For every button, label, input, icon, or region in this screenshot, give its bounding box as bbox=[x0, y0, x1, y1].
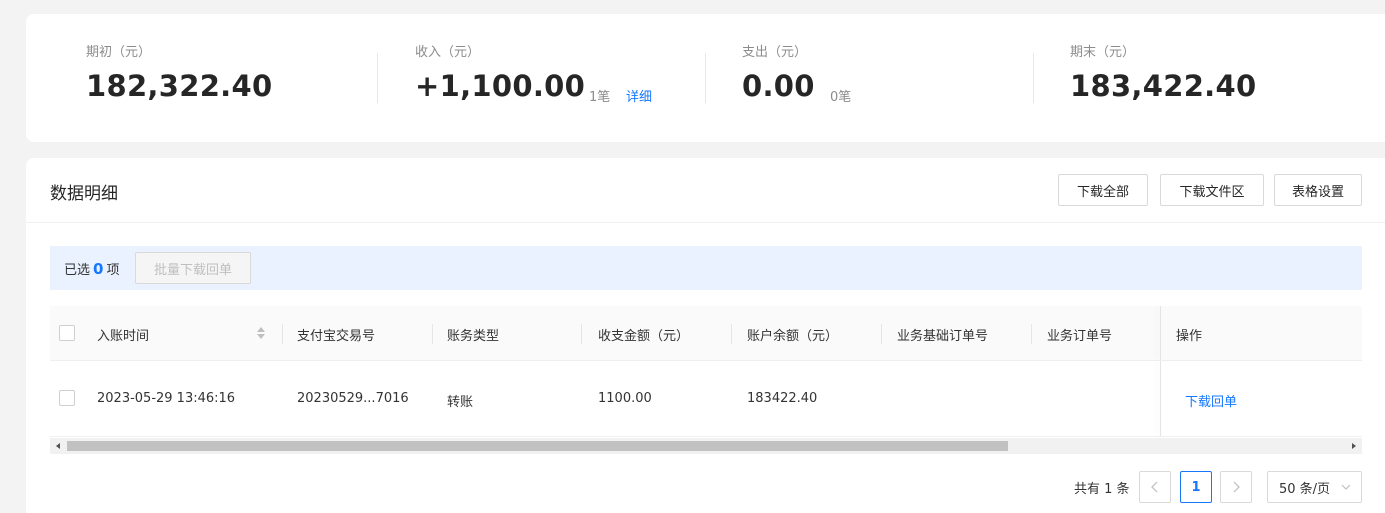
stat-divider bbox=[377, 53, 378, 103]
chevron-left-icon bbox=[1151, 481, 1158, 493]
detail-title: 数据明细 bbox=[50, 184, 118, 204]
next-page-button[interactable] bbox=[1220, 471, 1252, 503]
column-header-balance: 账户余额（元） bbox=[747, 329, 839, 344]
prev-page-button[interactable] bbox=[1139, 471, 1171, 503]
table-row: 2023-05-29 13:46:16 20230529...7016 转账 1… bbox=[50, 361, 1362, 437]
closing-balance-label: 期末（元） bbox=[1070, 45, 1136, 60]
page-size-value: 50 条/页 bbox=[1279, 481, 1331, 497]
download-all-button[interactable]: 下载全部 bbox=[1058, 174, 1148, 206]
column-header-order: 业务订单号 bbox=[1047, 329, 1113, 344]
column-header-amount: 收支金额（元） bbox=[598, 329, 690, 344]
stat-divider bbox=[705, 53, 706, 103]
data-detail-card: 数据明细 下载全部 下载文件区 表格设置 已选 0 项 批量下载回单 入账时间 支付… bbox=[26, 158, 1385, 513]
row-type: 转账 bbox=[447, 395, 474, 410]
selection-summary: 已选 0 项 bbox=[64, 259, 119, 278]
row-amount: 1100.00 bbox=[598, 391, 652, 406]
income-detail-link[interactable]: 详细 bbox=[626, 86, 652, 105]
expense-amount: 0.00 bbox=[742, 69, 815, 103]
download-receipt-link[interactable]: 下载回单 bbox=[1185, 391, 1237, 410]
expense-count: 0笔 bbox=[830, 90, 852, 105]
column-header-type: 账务类型 bbox=[447, 329, 500, 344]
stat-divider bbox=[1033, 53, 1034, 103]
column-separator bbox=[282, 324, 283, 344]
column-separator bbox=[881, 324, 882, 344]
income-amount: +1,100.00 bbox=[415, 69, 586, 103]
expense-label: 支出（元） bbox=[742, 45, 808, 60]
fixed-column-edge bbox=[1160, 361, 1161, 436]
table-settings-button[interactable]: 表格设置 bbox=[1274, 174, 1362, 206]
balance-summary-card: 期初（元） 182,322.40 收入（元） +1,100.00 1笔 详细 支… bbox=[26, 14, 1385, 142]
selection-suffix: 项 bbox=[106, 263, 120, 278]
column-separator bbox=[1031, 324, 1032, 344]
column-header-trade-no: 支付宝交易号 bbox=[297, 329, 376, 344]
column-separator bbox=[731, 324, 732, 344]
select-all-checkbox[interactable] bbox=[59, 325, 75, 341]
sort-icon[interactable] bbox=[256, 326, 266, 340]
bulk-download-receipt-button[interactable]: 批量下载回单 bbox=[135, 252, 251, 284]
scroll-left-arrow-icon[interactable] bbox=[54, 442, 62, 450]
income-label: 收入（元） bbox=[415, 45, 481, 60]
selection-prefix: 已选 bbox=[64, 263, 91, 278]
opening-balance-amount: 182,322.40 bbox=[86, 69, 273, 103]
row-trade-no: 20230529...7016 bbox=[297, 391, 409, 406]
selected-count: 0 bbox=[93, 260, 104, 278]
page-size-select[interactable]: 50 条/页 bbox=[1267, 471, 1362, 503]
table-header: 入账时间 支付宝交易号 账务类型 收支金额（元） 账户余额（元） 业务基础订单号… bbox=[50, 306, 1362, 361]
header-divider bbox=[26, 222, 1385, 223]
row-time: 2023-05-29 13:46:16 bbox=[97, 391, 236, 406]
column-separator bbox=[581, 324, 582, 344]
chevron-down-icon bbox=[1341, 484, 1351, 490]
page-button-current[interactable]: 1 bbox=[1180, 471, 1212, 503]
column-header-base-order: 业务基础订单号 bbox=[897, 329, 989, 344]
scrollbar-thumb[interactable] bbox=[67, 441, 1008, 451]
scroll-right-arrow-icon[interactable] bbox=[1350, 442, 1358, 450]
fixed-column-edge bbox=[1160, 306, 1161, 360]
horizontal-scrollbar[interactable] bbox=[50, 438, 1362, 454]
pagination-total: 共有 1 条 bbox=[1074, 482, 1130, 497]
income-count: 1笔 bbox=[589, 90, 611, 105]
column-separator bbox=[432, 324, 433, 344]
selection-bar: 已选 0 项 批量下载回单 bbox=[50, 246, 1362, 290]
row-checkbox[interactable] bbox=[59, 390, 75, 406]
row-balance: 183422.40 bbox=[747, 391, 818, 406]
chevron-right-icon bbox=[1233, 481, 1240, 493]
download-area-button[interactable]: 下载文件区 bbox=[1160, 174, 1264, 206]
closing-balance-amount: 183,422.40 bbox=[1070, 69, 1257, 103]
opening-balance-label: 期初（元） bbox=[86, 45, 152, 60]
column-header-time[interactable]: 入账时间 bbox=[97, 325, 149, 344]
column-header-action: 操作 bbox=[1176, 329, 1203, 344]
